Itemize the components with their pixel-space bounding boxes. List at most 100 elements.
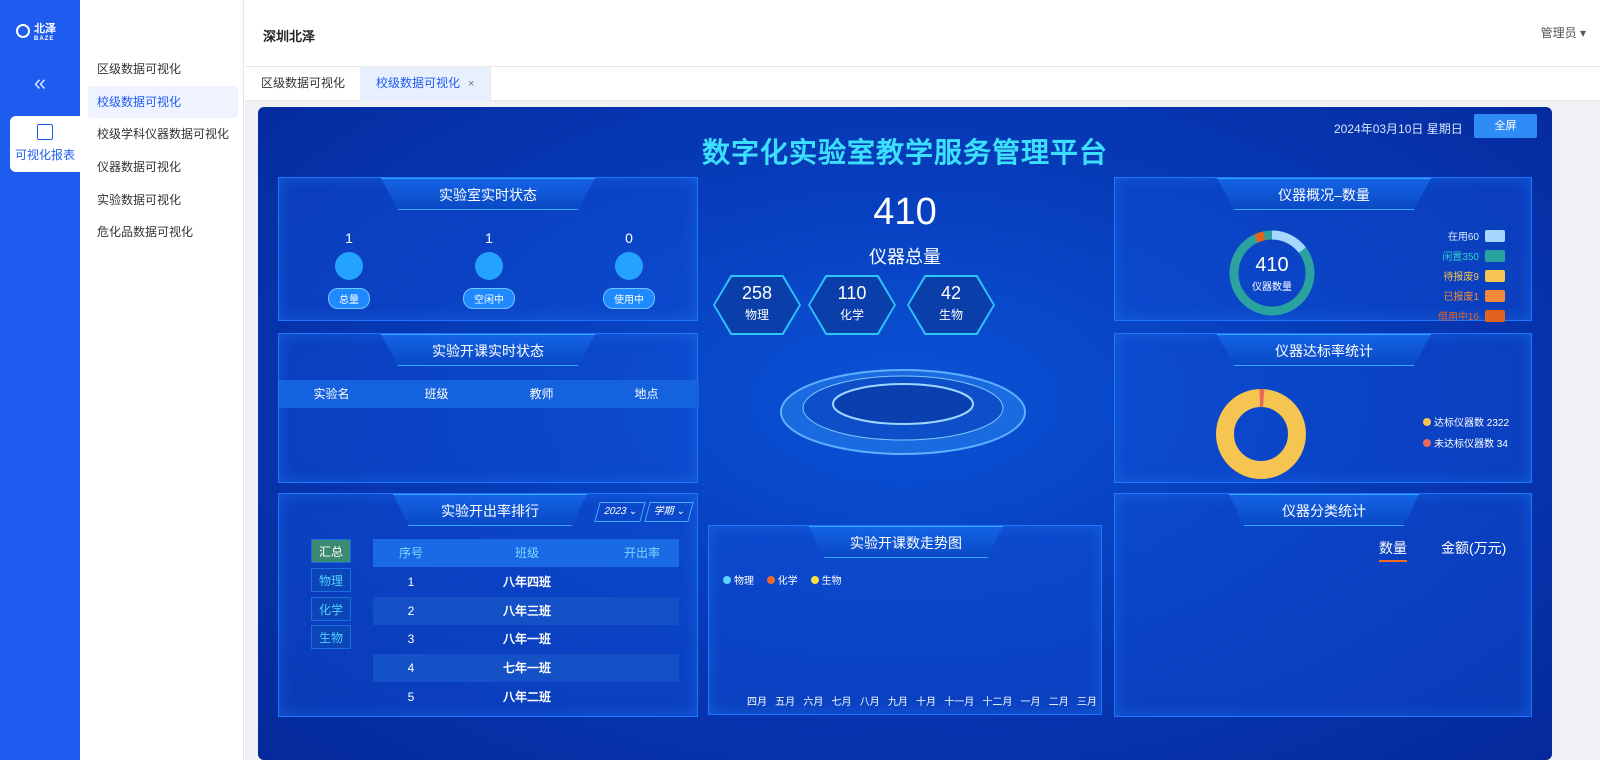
legend-chemistry: 化学 — [766, 572, 798, 587]
logo-icon — [16, 24, 30, 38]
subject-label: 化学 — [839, 308, 864, 322]
subject-label: 生物 — [938, 308, 963, 322]
table-row: 2 八年三班 — [373, 597, 679, 625]
logo-subtext: BAZE — [34, 36, 55, 42]
ranking-header: 序号 班级 开出率 — [373, 539, 679, 567]
stat-label: 使用中 — [603, 288, 655, 309]
col-rank: 序号 — [398, 546, 423, 560]
chart-icon — [37, 124, 53, 140]
submenu-school[interactable]: 校级数据可视化 — [88, 86, 238, 118]
legend-biology: 生物 — [810, 572, 842, 587]
col-class: 班级 — [424, 387, 449, 401]
subject-label: 物理 — [744, 308, 769, 322]
date-label: 2024年03月10日 星期日 — [1334, 122, 1463, 136]
term-select[interactable]: 学期 ⌄ — [644, 502, 694, 522]
table-row: 3 八年一班 — [373, 625, 679, 653]
row-class: 八年二班 — [502, 690, 551, 704]
row-rank: 3 — [407, 632, 415, 646]
col-rate: 开出率 — [623, 546, 660, 560]
nav-item-visual-report[interactable]: 可视化报表 — [10, 116, 80, 172]
row-rank: 5 — [407, 690, 415, 704]
left-nav-bar: 北泽 BAZE « 可视化报表 — [0, 0, 80, 760]
table-header: 实验名 班级 教师 地点 — [279, 380, 699, 408]
subject-biology: 42 生物 — [907, 275, 995, 335]
stat-in-use: 0 使用中 — [579, 230, 679, 309]
col-experiment: 实验名 — [313, 387, 350, 401]
table-row: 4 七年一班 — [373, 654, 679, 682]
term-value: 学期 — [652, 506, 676, 517]
subject-value: 110 — [837, 283, 867, 303]
row-class: 八年三班 — [502, 604, 551, 618]
stat-label: 空闲中 — [463, 288, 515, 309]
fullscreen-button[interactable]: 全屏 — [1474, 114, 1537, 138]
row-class: 八年一班 — [502, 632, 551, 646]
panel-ranking: 实验开出率排行 2023 ⌄ 学期 ⌄ 汇总 物理 化学 生物 序号 班级 开出率 … — [278, 493, 698, 717]
panel-title: 仪器概况–数量 — [1217, 178, 1431, 210]
subject-chemistry: 110 化学 — [808, 275, 896, 335]
panel-title: 实验开课数走势图 — [809, 526, 1003, 558]
tab-quantity[interactable]: 数量 — [1379, 538, 1407, 562]
standard-donut — [1216, 389, 1306, 479]
submenu-subject-instrument[interactable]: 校级学科仪器数据可视化 — [88, 118, 238, 150]
row-rank: 2 — [407, 604, 415, 618]
row-class: 八年四班 — [502, 575, 551, 589]
tab-label: 校级数据可视化 — [376, 76, 461, 90]
filter-summary[interactable]: 汇总 — [311, 539, 351, 563]
filter-chemistry[interactable]: 化学 — [311, 597, 351, 621]
table-row: 5 八年二班 — [373, 683, 679, 711]
standard-legend: 达标仪器数 2322 未达标仪器数 34 — [1423, 414, 1509, 450]
top-bar: 深圳北泽 管理员 ▾ — [245, 0, 1600, 67]
panel-standard-rate: 仪器达标率统计 达标仪器数 2322 未达标仪器数 34 — [1114, 333, 1532, 483]
subject-physics: 258 物理 — [713, 275, 801, 335]
col-teacher: 教师 — [529, 387, 554, 401]
submenu-hazardous[interactable]: 危化品数据可视化 — [88, 216, 238, 248]
panel-category: 仪器分类统计 数量 金额(万元) — [1114, 493, 1532, 717]
panel-title: 仪器分类统计 — [1229, 494, 1419, 526]
overview-value: 410 — [1255, 254, 1289, 276]
submenu-district[interactable]: 区级数据可视化 — [88, 53, 238, 85]
overview-legend: 在用60 闲置350 待报废9 已报废1 借用中16 — [1438, 228, 1505, 328]
tab-bar: 区级数据可视化 校级数据可视化 × — [245, 67, 1600, 101]
row-rank: 4 — [407, 661, 415, 675]
tab-amount[interactable]: 金额(万元) — [1441, 538, 1506, 558]
row-rank: 1 — [407, 575, 415, 589]
org-title: 深圳北泽 — [263, 29, 316, 44]
month-axis: 四月 五月 六月 七月 八月 九月 十月 十一月 十二月 一月 二月 三月 — [747, 697, 1097, 708]
panel-title: 实验开课实时状态 — [381, 334, 595, 366]
tab-district[interactable]: 区级数据可视化 — [245, 67, 363, 101]
user-menu[interactable]: 管理员 ▾ — [1541, 24, 1586, 41]
col-class: 班级 — [514, 546, 539, 560]
dashboard-screen: 数字化实验室教学服务管理平台 2024年03月10日 星期日 全屏 实验室实时状… — [258, 107, 1552, 760]
collapse-icon[interactable]: « — [0, 70, 80, 96]
sub-menu: 区级数据可视化 校级数据可视化 校级学科仪器数据可视化 仪器数据可视化 实验数据… — [80, 0, 244, 760]
subject-value: 42 — [940, 283, 962, 303]
close-icon[interactable]: × — [468, 78, 474, 90]
col-location: 地点 — [634, 387, 659, 401]
stat-idle: 1 空闲中 — [439, 230, 539, 309]
fullscreen-label: 全屏 — [1494, 120, 1517, 132]
overview-label: 仪器数量 — [1252, 282, 1292, 293]
legend-physics: 物理 — [723, 572, 754, 587]
brand-logo: 北泽 BAZE — [16, 20, 56, 42]
year-select[interactable]: 2023 ⌄ — [594, 502, 646, 522]
subject-value: 258 — [741, 283, 773, 303]
filter-physics[interactable]: 物理 — [311, 568, 351, 592]
panel-course-status: 实验开课实时状态 实验名 班级 教师 地点 — [278, 333, 699, 483]
tab-label: 区级数据可视化 — [261, 76, 346, 90]
dashboard-title: 数字化实验室教学服务管理平台 — [701, 137, 1108, 168]
trend-legend: 物理 化学 生物 — [723, 572, 852, 587]
row-class: 七年一班 — [502, 661, 551, 675]
nav-item-label: 可视化报表 — [14, 148, 75, 162]
stat-total: 1 总量 — [299, 230, 399, 309]
submenu-instrument[interactable]: 仪器数据可视化 — [88, 151, 238, 183]
platform-graphic — [780, 369, 1026, 455]
stat-label: 总量 — [328, 288, 370, 309]
panel-overview: 仪器概况–数量 410 仪器数量 在用60 闲置350 待报废9 已报废1 借用… — [1114, 177, 1532, 323]
panel-title: 实验开出率排行 — [393, 494, 587, 526]
year-value: 2023 — [602, 506, 628, 517]
tab-school[interactable]: 校级数据可视化 × — [360, 67, 492, 101]
filter-biology[interactable]: 生物 — [311, 625, 351, 649]
logo-text: 北泽 — [34, 23, 56, 35]
panel-trend: 实验开课数走势图 物理 化学 生物 四月 五月 六月 七月 八月 九月 十月 十一月 十二月 一月… — [708, 525, 1102, 715]
submenu-experiment[interactable]: 实验数据可视化 — [88, 184, 238, 216]
